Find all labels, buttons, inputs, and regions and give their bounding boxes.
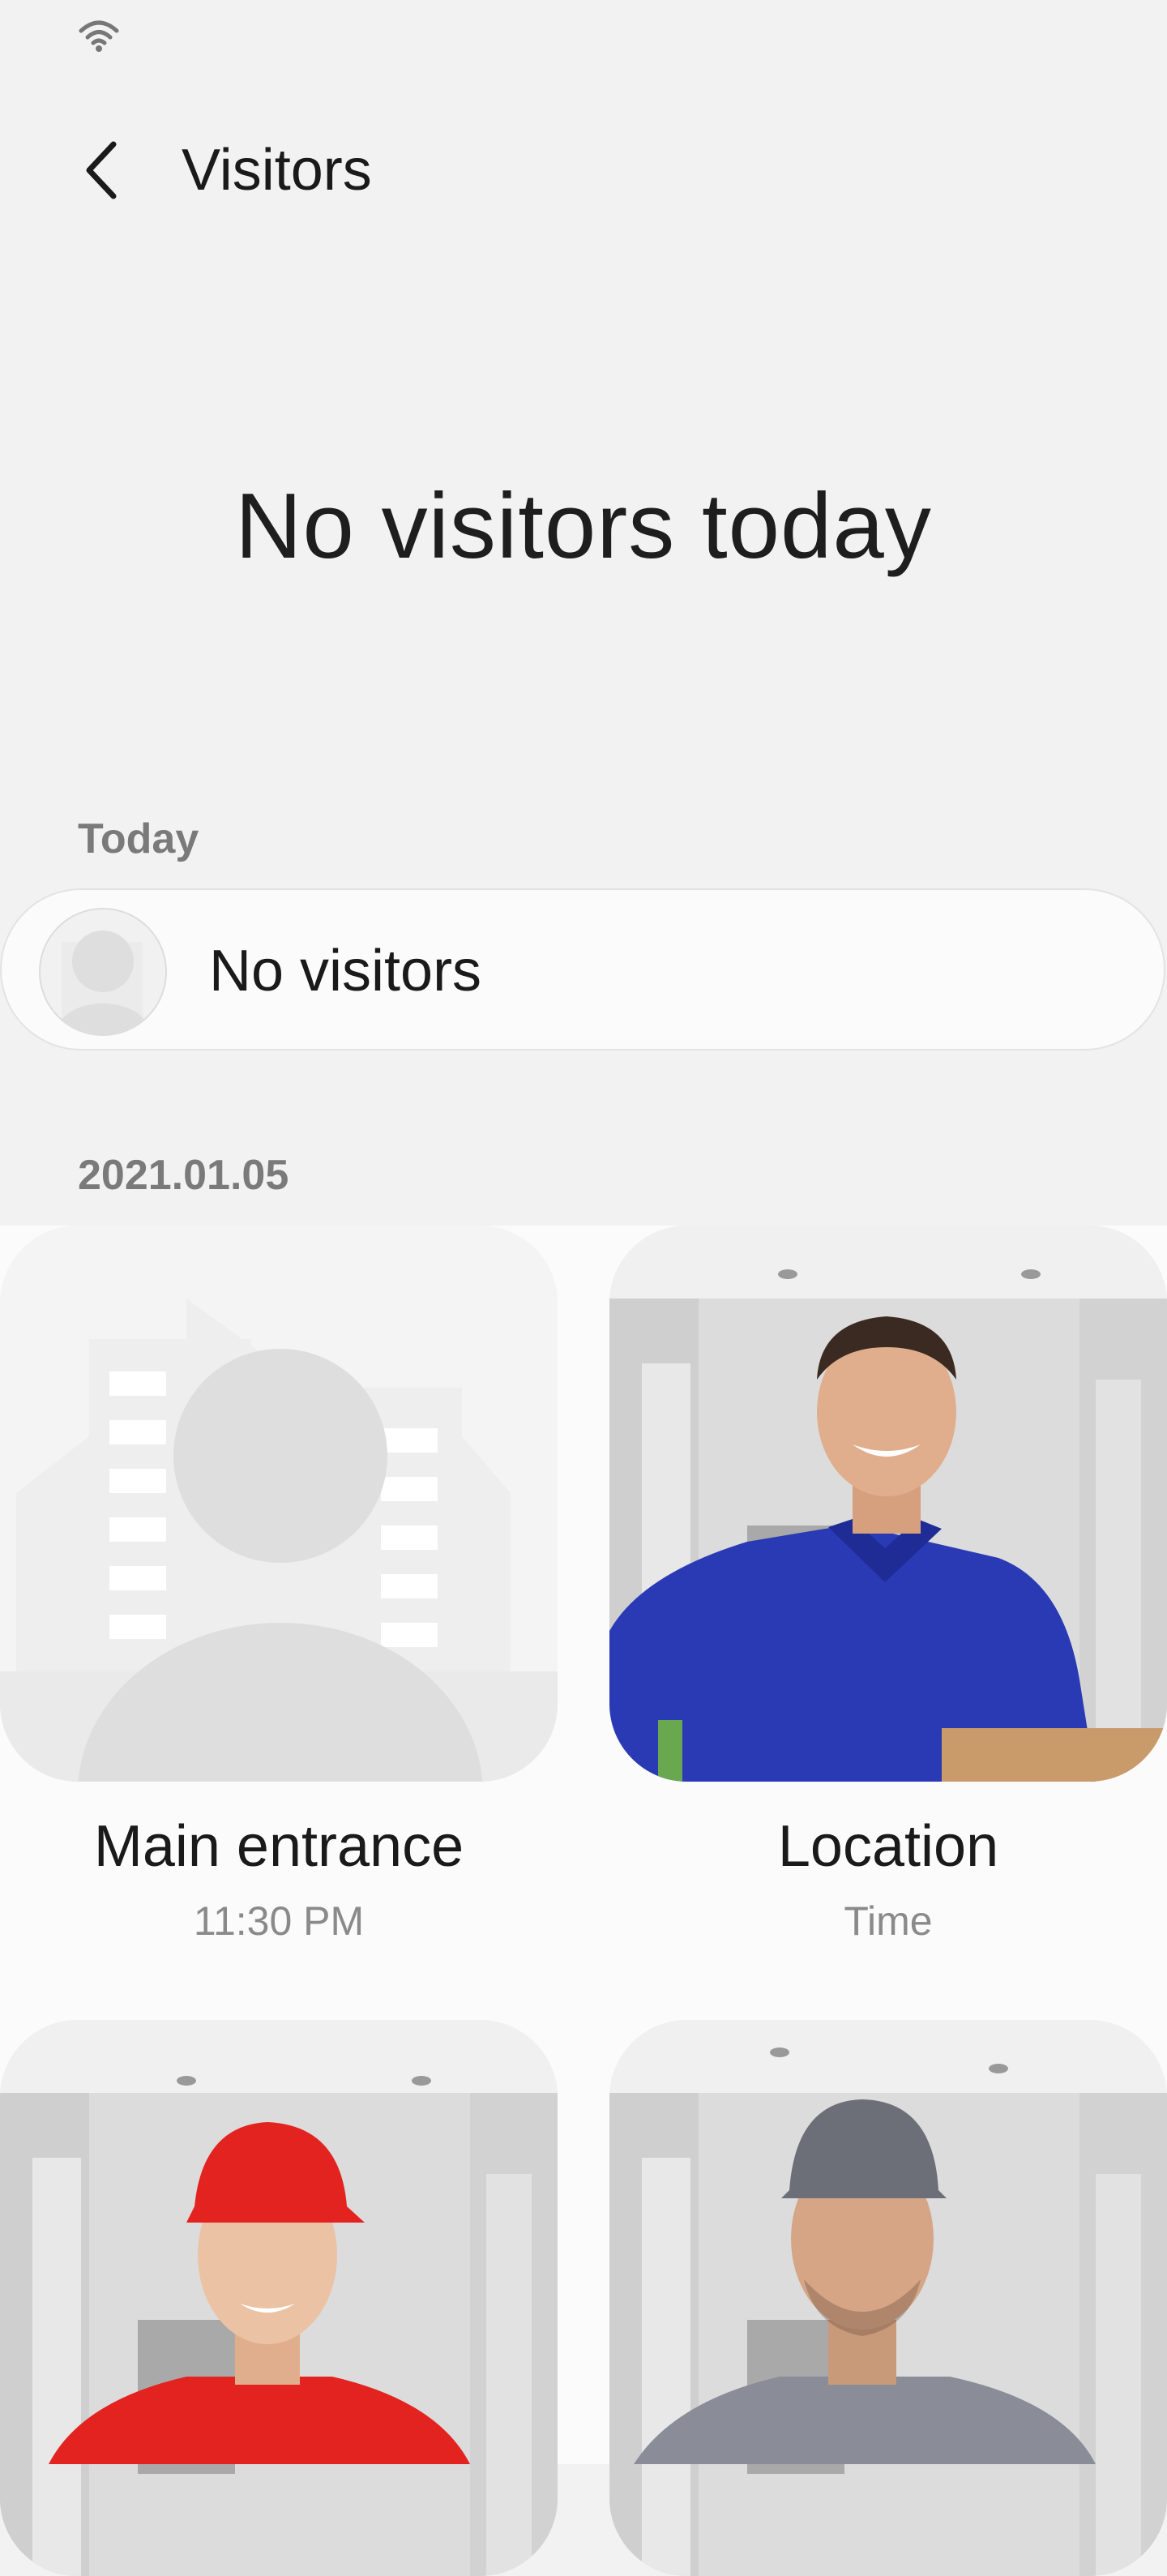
- visitor-time: 11:30 PM: [193, 1898, 365, 1944]
- page-title: Visitors: [182, 138, 372, 203]
- visitor-time: Time: [844, 1898, 933, 1944]
- visitor-card[interactable]: [609, 2020, 1167, 2576]
- wifi-icon: [79, 20, 119, 52]
- visitor-thumbnail: [609, 2020, 1167, 2576]
- avatar: [39, 908, 167, 1036]
- visitor-thumbnail: [609, 1226, 1167, 1782]
- no-visitors-row[interactable]: No visitors: [0, 888, 1165, 1051]
- visitor-card[interactable]: Main entrance 11:30 PM: [0, 1226, 558, 1955]
- section-header-today: Today: [78, 815, 199, 862]
- visitor-photo-grey-cap: [609, 2020, 1167, 2576]
- visitor-grid: Main entrance 11:30 PM Location Time: [0, 1226, 1167, 2576]
- empty-state-title: No visitors today: [235, 475, 932, 578]
- visitor-photo-blue-polo: [609, 1226, 1167, 1782]
- visitor-card[interactable]: Location Time: [609, 1226, 1167, 1955]
- no-visitors-label: No visitors: [209, 939, 482, 1003]
- chevron-left-icon: [86, 141, 117, 199]
- status-bar: [0, 0, 1167, 65]
- visitor-location: Main entrance: [93, 1814, 464, 1879]
- section-header-date: 2021.01.05: [78, 1152, 289, 1199]
- back-button[interactable]: [62, 130, 143, 211]
- visitor-thumbnail: [0, 2020, 558, 2576]
- visitor-location: Location: [777, 1814, 999, 1879]
- visitor-photo-red-cap: [0, 2020, 558, 2576]
- visitor-thumbnail: [0, 1226, 558, 1782]
- visitor-card[interactable]: [0, 2020, 558, 2576]
- person-placeholder-icon: [41, 909, 165, 1034]
- placeholder-person-building-icon: [0, 1226, 558, 1782]
- app-bar: Visitors: [0, 113, 1167, 227]
